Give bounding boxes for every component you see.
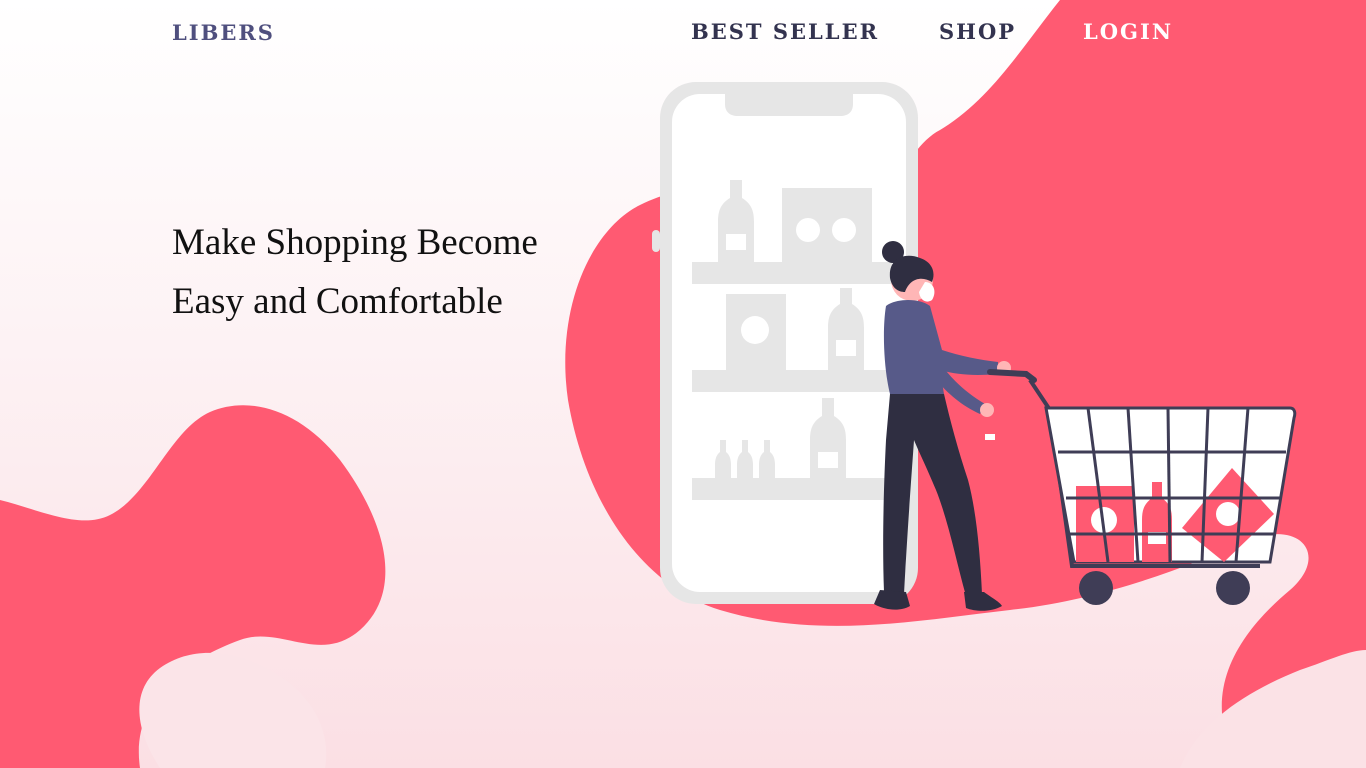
left-blob-hole bbox=[139, 652, 327, 768]
phone-illustration bbox=[652, 82, 918, 604]
cart-illustration bbox=[987, 369, 1297, 605]
top-nav: LIBERS BEST SELLER SHOP LOGIN bbox=[0, 0, 1366, 68]
nav-login[interactable]: LOGIN bbox=[1083, 19, 1173, 44]
hero-line-1: Make Shopping Become bbox=[172, 222, 538, 263]
hero-headline: Make Shopping Become Easy and Comfortabl… bbox=[172, 213, 592, 331]
shopping-illustration bbox=[652, 82, 1297, 611]
hero-line-2: Easy and Comfortable bbox=[172, 281, 503, 322]
nav-best-seller[interactable]: BEST SELLER bbox=[691, 19, 879, 44]
brand-logo[interactable]: LIBERS bbox=[172, 20, 275, 45]
nav-shop[interactable]: SHOP bbox=[939, 19, 1016, 44]
